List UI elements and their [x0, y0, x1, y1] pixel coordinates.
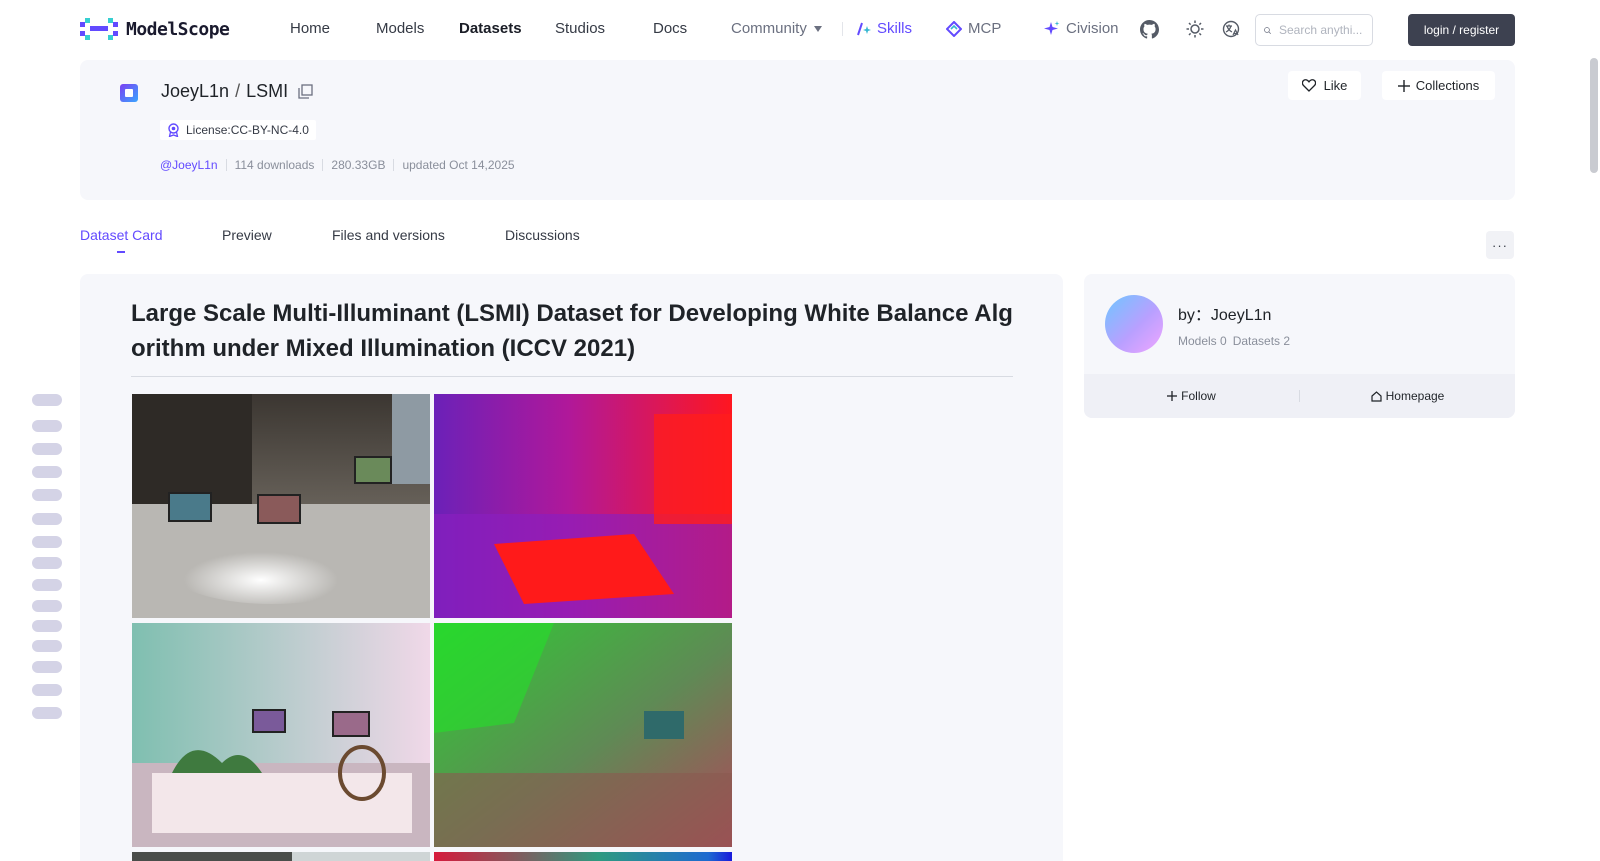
tab-discussions[interactable]: Discussions: [505, 227, 580, 243]
downloads-count: 114 downloads: [234, 158, 315, 172]
dataset-title: JoeyL1n / LSMI: [161, 81, 314, 102]
search-box[interactable]: [1255, 14, 1373, 46]
follow-button[interactable]: Follow: [1084, 389, 1299, 403]
dataset-owner[interactable]: JoeyL1n: [161, 81, 229, 102]
mcp-icon: [946, 20, 962, 37]
nav-home[interactable]: Home: [290, 20, 330, 37]
theme-toggle-icon[interactable]: [1185, 19, 1205, 39]
author-name[interactable]: by：JoeyL1n: [1178, 301, 1271, 325]
more-options-button[interactable]: ···: [1486, 231, 1514, 259]
homepage-button[interactable]: Homepage: [1300, 389, 1515, 403]
nav-divider: [842, 22, 843, 36]
dataset-card-content: Large Scale Multi-Illuminant (LSMI) Data…: [80, 274, 1063, 861]
follow-label: Follow: [1181, 389, 1216, 403]
modelscope-logo[interactable]: ModelScope: [80, 18, 230, 40]
meta-divider: [225, 159, 227, 171]
toc-item[interactable]: [32, 513, 62, 525]
readme-title: Large Scale Multi-Illuminant (LSMI) Data…: [131, 300, 1013, 362]
top-navbar: ModelScope Home Models Datasets Studios …: [0, 0, 1600, 58]
author-actions: Follow Homepage: [1084, 374, 1515, 418]
nav-studios[interactable]: Studios: [555, 20, 605, 37]
nav-mcp[interactable]: MCP: [946, 20, 1001, 37]
nav-datasets[interactable]: Datasets: [459, 20, 522, 37]
copy-icon[interactable]: [298, 83, 314, 100]
sample-image-dining: [132, 623, 430, 847]
toc-item[interactable]: [32, 489, 62, 501]
author-stats: Models 0 Datasets 2: [1178, 334, 1290, 348]
toc-item[interactable]: [32, 620, 62, 632]
toc-item[interactable]: [32, 579, 62, 591]
active-tab-indicator: [117, 251, 125, 253]
nav-skills-label: Skills: [877, 20, 913, 37]
dataset-avatar: [120, 84, 138, 102]
plus-icon: [1397, 79, 1410, 92]
toc-item[interactable]: [32, 600, 62, 612]
tab-dataset-card[interactable]: Dataset Card: [80, 227, 162, 243]
search-icon: [1264, 26, 1271, 34]
like-label: Like: [1323, 78, 1348, 93]
license-badge[interactable]: License:CC-BY-NC-4.0: [160, 120, 316, 140]
language-icon[interactable]: [1221, 19, 1241, 39]
sample-image-partial-2: [434, 852, 732, 861]
plus-icon: [1167, 391, 1178, 401]
skills-icon: [857, 22, 871, 35]
title-divider: [131, 376, 1013, 377]
dataset-name: LSMI: [246, 81, 289, 101]
nav-models[interactable]: Models: [376, 20, 424, 37]
license-icon: [168, 123, 179, 137]
models-count: Models 0: [1178, 334, 1227, 348]
toc-item[interactable]: [32, 394, 62, 406]
toc-item[interactable]: [32, 466, 62, 478]
page-scrollbar[interactable]: [1590, 58, 1598, 173]
tab-files-and-versions[interactable]: Files and versions: [332, 227, 445, 243]
collections-button[interactable]: Collections: [1382, 71, 1495, 100]
search-input[interactable]: [1279, 23, 1364, 37]
logo-text: ModelScope: [126, 18, 230, 40]
dataset-header: JoeyL1n / LSMI License:CC-BY-NC-4.0 @Joe…: [80, 60, 1515, 200]
title-separator: /: [235, 81, 241, 101]
dataset-meta: @JoeyL1n 114 downloads 280.33GB updated …: [160, 158, 515, 172]
homepage-label: Homepage: [1385, 389, 1445, 403]
avatar[interactable]: [1105, 295, 1163, 353]
sample-image-illuminant-map-2: [434, 623, 732, 847]
heart-icon: [1301, 79, 1316, 92]
login-register-button[interactable]: login / register: [1408, 14, 1515, 46]
logo-icon: [80, 18, 118, 40]
toc-item[interactable]: [32, 443, 62, 455]
toc-item[interactable]: [32, 707, 62, 719]
sample-image-illuminant-map-1: [434, 394, 732, 618]
toc-item[interactable]: [32, 420, 62, 432]
home-icon: [1371, 390, 1382, 402]
author-card: by：JoeyL1n Models 0 Datasets 2 Follow Ho…: [1084, 274, 1515, 418]
toc-item[interactable]: [32, 536, 62, 548]
caret-down-icon: [813, 25, 822, 32]
nav-community[interactable]: Community: [731, 20, 823, 37]
license-text: License:CC-BY-NC-4.0: [186, 123, 309, 137]
nav-community-label: Community: [731, 20, 807, 37]
nav-civision[interactable]: Civision: [1044, 20, 1119, 37]
meta-divider: [322, 159, 324, 171]
github-icon[interactable]: [1139, 19, 1159, 39]
meta-divider: [393, 159, 395, 171]
nav-skills[interactable]: Skills: [856, 20, 912, 37]
sample-image-bedroom: [132, 394, 430, 618]
dataset-size: 280.33GB: [331, 158, 386, 172]
toc-item[interactable]: [32, 557, 62, 569]
toc-item[interactable]: [32, 640, 62, 652]
sparkle-icon: [1044, 20, 1060, 35]
toc-item[interactable]: [32, 684, 62, 696]
like-button[interactable]: Like: [1288, 71, 1361, 100]
collections-label: Collections: [1415, 78, 1480, 93]
tab-preview[interactable]: Preview: [222, 227, 272, 243]
toc-item[interactable]: [32, 661, 62, 673]
updated-date: updated Oct 14,2025: [402, 158, 515, 172]
nav-mcp-label: MCP: [968, 20, 1002, 37]
datasets-count: Datasets 2: [1232, 334, 1291, 348]
nav-docs[interactable]: Docs: [653, 20, 687, 37]
nav-civision-label: Civision: [1066, 20, 1119, 37]
sample-image-partial-1: [132, 852, 430, 861]
author-link[interactable]: @JoeyL1n: [160, 158, 218, 172]
